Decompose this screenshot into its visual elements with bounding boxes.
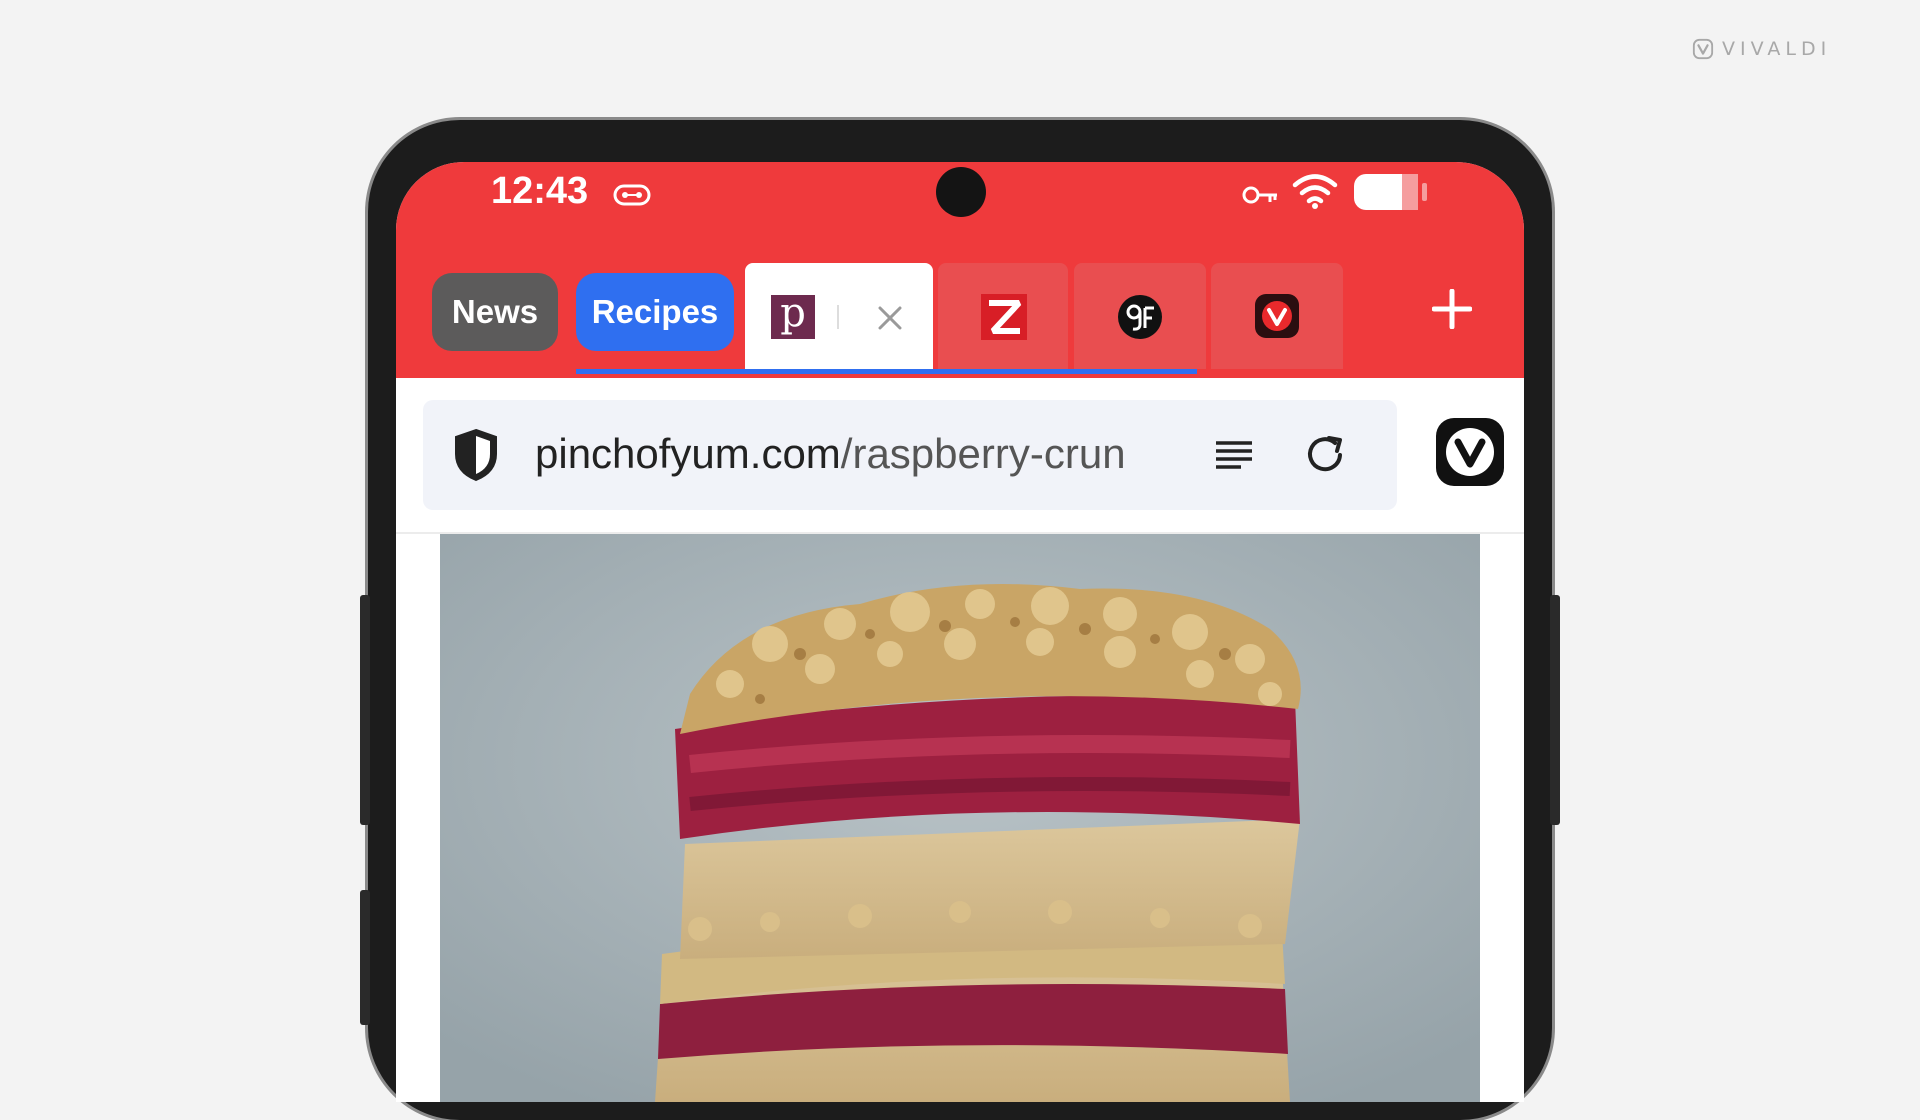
address-bar-row: pinchofyum.com/raspberry-crun	[396, 378, 1524, 534]
vivaldi-brand: VIVALDI	[1692, 38, 1831, 60]
phone-side-button	[360, 595, 370, 825]
gf-favicon	[1118, 295, 1162, 339]
brand-name: VIVALDI	[1722, 38, 1832, 60]
zeit-favicon	[981, 294, 1027, 340]
wifi-icon	[1292, 174, 1338, 209]
phone-side-button	[360, 890, 370, 1025]
vivaldi-menu-icon[interactable]	[1436, 418, 1504, 486]
tab-stack-recipes[interactable]: Recipes	[576, 273, 734, 351]
phone-screen: 12:43 News Recipes p pinchofyum.com/rasp…	[396, 162, 1524, 1102]
status-time: 12:43	[491, 170, 589, 212]
vivaldi-logo-icon	[1692, 38, 1714, 60]
pinch-of-yum-favicon: p	[771, 293, 815, 339]
reload-icon[interactable]	[1300, 430, 1350, 480]
tape-icon	[613, 184, 651, 206]
reader-view-icon[interactable]	[1215, 440, 1253, 470]
tab-stack-indicator	[576, 369, 1197, 374]
phone-side-button	[1550, 595, 1560, 825]
front-camera	[936, 167, 986, 217]
shield-icon[interactable]	[453, 428, 499, 482]
active-tab[interactable]: p	[745, 263, 933, 369]
tab-divider	[837, 305, 839, 329]
tab-zeit[interactable]	[938, 263, 1068, 369]
url-domain: pinchofyum.com	[535, 430, 841, 477]
raspberry-crumble-bars-photo	[440, 534, 1480, 1102]
plus-icon[interactable]	[1432, 289, 1472, 329]
url-text[interactable]: pinchofyum.com/raspberry-crun	[535, 430, 1126, 478]
browser-toolbar: 12:43 News Recipes p	[396, 162, 1524, 378]
tab-gf[interactable]	[1074, 263, 1206, 369]
tab-stack-news[interactable]: News	[432, 273, 558, 351]
tab-vivaldi[interactable]	[1211, 263, 1343, 369]
url-path: /raspberry-crun	[840, 430, 1126, 477]
close-icon[interactable]	[875, 303, 905, 333]
battery-icon	[1354, 174, 1427, 210]
address-field[interactable]: pinchofyum.com/raspberry-crun	[423, 400, 1397, 510]
vivaldi-favicon	[1255, 294, 1299, 338]
vpn-key-icon	[1242, 186, 1277, 204]
